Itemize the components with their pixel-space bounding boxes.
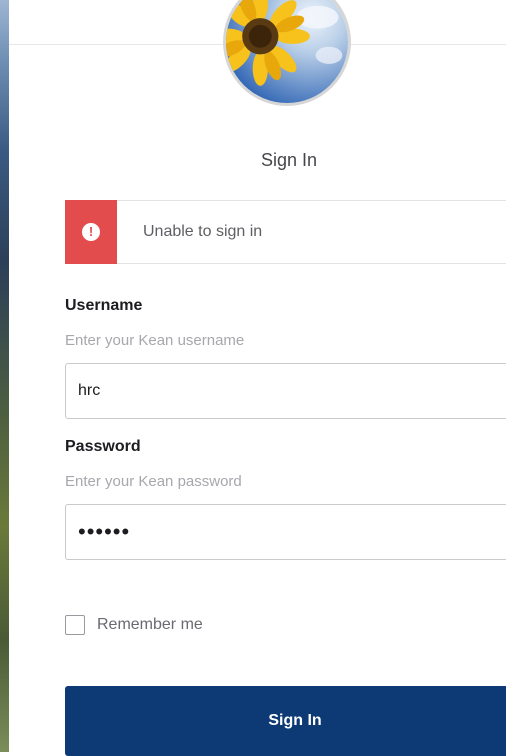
error-alert: ! Unable to sign in [65, 200, 506, 264]
password-hint: Enter your Kean password [65, 473, 242, 490]
username-input[interactable] [65, 363, 506, 419]
sign-in-button[interactable]: Sign In [65, 686, 506, 756]
alert-icon-box: ! [65, 200, 117, 264]
sunflower-logo [223, 0, 351, 106]
background-photo-edge [0, 0, 9, 752]
password-input[interactable] [65, 504, 506, 560]
remember-me-row[interactable]: Remember me [65, 613, 203, 637]
alert-message: Unable to sign in [143, 223, 263, 240]
exclamation-icon: ! [82, 223, 100, 241]
remember-me-label[interactable]: Remember me [97, 616, 203, 634]
page-title: Sign In [260, 150, 318, 170]
sign-in-card: Sign In ! Unable to sign in Username Ent… [9, 0, 506, 756]
remember-me-checkbox[interactable] [65, 615, 85, 635]
username-label: Username [65, 297, 143, 314]
password-label: Password [65, 438, 141, 455]
username-hint: Enter your Kean username [65, 332, 245, 349]
sunflower-icon [226, 0, 348, 103]
